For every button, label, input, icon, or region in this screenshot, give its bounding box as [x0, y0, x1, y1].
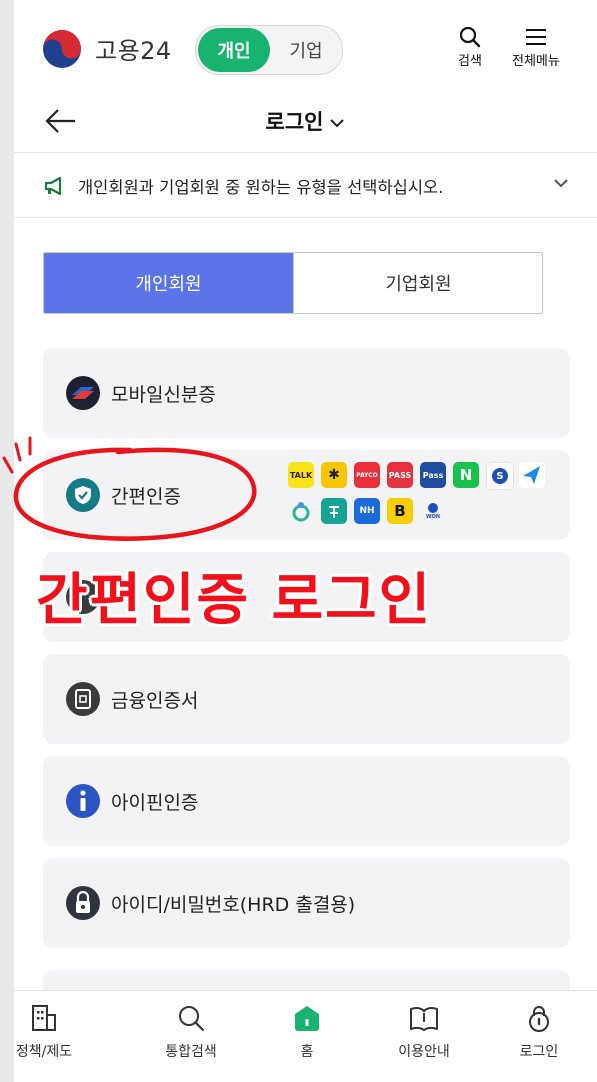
provider-icon: Pass [420, 462, 446, 488]
mobile-id-icon [66, 376, 100, 410]
toggle-personal[interactable]: 개인 [198, 28, 270, 72]
app-screen: 고용24 개인 기업 검색 전체메뉴 로그인 개인회원과 기업회원 중 원하는 … [14, 0, 597, 1082]
login-option-financial-cert[interactable]: 금융인증서 [43, 654, 570, 744]
provider-name: PAYCO [356, 471, 378, 479]
hamburger-icon [525, 29, 546, 45]
info-icon [66, 784, 100, 818]
login-option-label: 아이핀인증 [111, 792, 199, 814]
provider-icon: S [486, 462, 514, 490]
nav-item-policy[interactable]: 정책/제도 [14, 1003, 94, 1061]
notice-bar[interactable]: 개인회원과 기업회원 중 원하는 유형을 선택하십시오. [14, 153, 597, 218]
provider-name: B [394, 502, 406, 520]
login-option-ipin[interactable]: 아이핀인증 [43, 756, 570, 846]
provider-icon [519, 462, 545, 488]
chevron-down-icon [330, 119, 345, 128]
home-icon [295, 1006, 319, 1031]
search-label: 검색 [458, 54, 482, 69]
megaphone-icon [44, 177, 62, 195]
bottom-nav: 정책/제도 통합검색 홈 이용안내 로그인 [14, 990, 597, 1082]
provider-name: PASS [388, 470, 412, 480]
toggle-corporate[interactable]: 기업 [272, 28, 340, 72]
lock-icon [529, 1006, 549, 1032]
search-icon [459, 26, 481, 48]
page-header: 로그인 [14, 92, 597, 153]
building-icon [32, 1005, 56, 1031]
provider-logo-icon [292, 502, 310, 522]
nav-item-login[interactable]: 로그인 [489, 1003, 589, 1061]
menu-button[interactable]: 전체메뉴 [512, 26, 560, 69]
nav-label: 통합검색 [165, 1044, 217, 1060]
login-option-label: 금융인증서 [111, 690, 199, 712]
provider-icon: PASS [387, 462, 413, 488]
notice-text: 개인회원과 기업회원 중 원하는 유형을 선택하십시오. [78, 178, 444, 197]
tab-corporate-member[interactable]: 기업회원 [293, 253, 542, 313]
nav-item-guide[interactable]: 이용안내 [374, 1003, 474, 1061]
login-option-label: 간편인증 [111, 486, 181, 508]
nav-label: 이용안내 [398, 1044, 450, 1060]
login-option-label: 모바일신분증 [111, 384, 216, 406]
top-header: 고용24 개인 기업 검색 전체메뉴 [14, 0, 597, 92]
provider-icon: WON [420, 498, 446, 524]
search-icon [179, 1006, 205, 1032]
provider-icon: TALK [288, 462, 314, 488]
login-option-mobile-id[interactable]: 모바일신분증 [43, 348, 570, 438]
provider-name: N [459, 466, 473, 484]
financial-cert-icon [66, 682, 100, 716]
provider-name: TALK [289, 470, 313, 480]
login-option-label: 아이디/비밀번호(HRD 출결용) [111, 894, 356, 916]
member-type-tabs: 개인회원 기업회원 [43, 252, 543, 314]
lock-icon [66, 886, 100, 920]
provider-icon: N [453, 462, 479, 488]
nav-label: 홈 [300, 1044, 314, 1060]
provider-name: S [492, 468, 508, 484]
menu-label: 전체메뉴 [512, 54, 560, 69]
brand-name[interactable]: 고용24 [95, 31, 172, 66]
tab-personal-member[interactable]: 개인회원 [44, 253, 293, 313]
chevron-down-icon [554, 179, 568, 188]
nav-item-search[interactable]: 통합검색 [141, 1003, 241, 1061]
nav-label: 로그인 [519, 1044, 559, 1060]
page-title-dropdown[interactable]: 로그인 [14, 106, 597, 136]
annotation-caption: 간편인증 로그인 [36, 568, 433, 633]
toss-icon [523, 466, 540, 484]
nav-label: 정책/제도 [15, 1044, 73, 1060]
provider-logo-icon [428, 503, 438, 513]
provider-icon [321, 498, 347, 524]
page-title: 로그인 [265, 110, 324, 134]
search-button[interactable]: 검색 [458, 26, 482, 69]
login-option-id-password[interactable]: 아이디/비밀번호(HRD 출결용) [43, 858, 570, 948]
provider-name: Pass [422, 470, 444, 480]
provider-icon: NH [354, 498, 380, 524]
shield-check-icon [66, 478, 100, 512]
provider-icon: PAYCO [354, 462, 380, 488]
provider-name: WON [426, 514, 440, 520]
provider-icon: B [387, 498, 413, 524]
government-logo-icon[interactable] [42, 29, 82, 69]
provider-logo-icon [321, 498, 347, 524]
user-type-toggle: 개인 기업 [195, 25, 343, 75]
login-option-simple-auth[interactable]: 간편인증 TALK ✱ PAYCO PASS Pass N S NH B WON [43, 450, 570, 540]
provider-name: NH [359, 506, 375, 516]
provider-icon [288, 498, 314, 524]
provider-name: ✱ [328, 467, 340, 483]
provider-icon: ✱ [321, 462, 347, 488]
nav-item-home[interactable]: 홈 [257, 1003, 357, 1061]
book-icon [410, 1006, 438, 1031]
